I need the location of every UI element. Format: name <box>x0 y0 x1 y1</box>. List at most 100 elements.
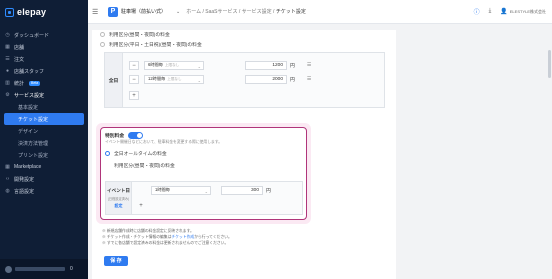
store-icon: ▦ <box>5 43 10 50</box>
drag-handle-icon[interactable]: ☰ <box>307 76 311 82</box>
special-price-section: 特別料金 イベント開催日などにおいて、駐車料金を変更する際に使用します。 全日オ… <box>100 127 307 220</box>
scrollbar[interactable] <box>548 50 551 78</box>
sidebar-section-service-settings[interactable]: ⚙ サービス設定 <box>0 89 88 101</box>
facility-name[interactable]: 駐車場（前払い式） <box>121 8 166 15</box>
chevron-down-icon: ⌄ <box>197 77 201 83</box>
ticket-settings-card: 利用区分(昼間・夜間)の料金 利用区分(平日・土日祝)(昼間・夜間)の料金 全日… <box>92 30 396 279</box>
sidebar-subitem-payment[interactable]: 決済方法管理 <box>0 137 88 149</box>
sidebar: elepay ◷ ダッシュボード ▦ 店舗 ☰ 注文 ● 店舗スタッフ ▥ 統計… <box>0 0 88 279</box>
sidebar-item-orders[interactable]: ☰ 注文 <box>0 53 88 65</box>
drag-handle-icon[interactable]: ☰ <box>307 62 311 68</box>
breadcrumb-home[interactable]: ホーム <box>186 9 201 15</box>
user-name: ELESTYLE株式会社 <box>509 8 546 14</box>
sidebar-item-label: Marketplace <box>14 164 42 170</box>
unit-label: 円 <box>290 63 295 69</box>
remove-row-button[interactable]: − <box>129 60 139 70</box>
header-actions: ⓘ ⤓ 👤 ELESTYLE株式会社 <box>474 7 546 16</box>
special-price-toggle[interactable] <box>128 132 144 139</box>
sidebar-item-label: 店舗スタッフ <box>14 68 45 75</box>
all-day-price-table: 全日 − 6時間毎 上限なし ⌄ 1200 円 ☰ − 12時間毎 上限なし ⌄ <box>104 52 385 108</box>
user-menu[interactable]: 👤 ELESTYLE株式会社 <box>500 8 546 16</box>
add-row-button[interactable]: + <box>136 202 146 211</box>
event-day-sublabel: (日程設定済み) <box>107 196 130 201</box>
chevron-down-icon[interactable]: ⌄ <box>176 9 180 15</box>
sidebar-subitem-label: 決済方法管理 <box>18 140 49 147</box>
account-count: 0 <box>70 266 73 272</box>
special-price-header: 特別料金 <box>105 132 144 139</box>
breadcrumb-saas[interactable]: SaaSサービス <box>205 9 237 15</box>
event-day-label: イベント日 (日程設定済み) 設定 <box>106 182 132 214</box>
sidebar-footer[interactable]: 0 <box>0 259 88 279</box>
save-button[interactable]: 保 存 <box>104 256 128 266</box>
ticket-create-link[interactable]: チケット作成 <box>171 235 194 239</box>
notes: ※ 新規店舗作成時に店舗の料金設定に反映されます。 ※ チケット作成・チケット情… <box>102 228 232 246</box>
option-day-night[interactable]: 利用区分(昼間・夜間)の料金 <box>100 31 170 38</box>
sidebar-item-stores[interactable]: ▦ 店舗 <box>0 41 88 53</box>
sidebar-item-marketplace[interactable]: ▦ Marketplace <box>0 161 88 173</box>
select-hint: 上限なし <box>167 76 182 81</box>
clock-icon: ◷ <box>5 31 10 38</box>
select-value: 6時間毎 <box>148 62 163 67</box>
sidebar-item-label: 店舗 <box>14 44 25 51</box>
duration-select[interactable]: 12時間毎 上限なし ⌄ <box>144 74 204 84</box>
help-icon[interactable]: ⓘ <box>474 7 480 16</box>
sidebar-subitem-print[interactable]: プリント設定 <box>0 149 88 161</box>
option-all-time[interactable]: 全日オールタイムの料金 <box>105 150 167 157</box>
radio-button[interactable] <box>100 32 105 37</box>
event-day-settings-link[interactable]: 設定 <box>115 203 123 209</box>
elepay-logo-icon <box>5 7 14 17</box>
logo[interactable]: elepay <box>0 0 88 24</box>
option-label: 利用区分(昼間・夜間)の料金 <box>109 33 170 38</box>
radio-button[interactable] <box>105 163 110 168</box>
sidebar-subitem-design[interactable]: デザイン <box>0 125 88 137</box>
avatar <box>5 265 12 273</box>
select-hint: 上限なし <box>164 62 180 67</box>
top-header: ☰ P 駐車場（前払い式） ⌄ ホーム / SaaSサービス / サービス設定 … <box>88 0 552 24</box>
add-row-button[interactable]: + <box>129 91 139 100</box>
price-input[interactable]: 2000 <box>245 74 287 84</box>
breadcrumb: ホーム / SaaSサービス / サービス設定 / チケット設定 <box>186 9 306 15</box>
download-icon[interactable]: ⤓ <box>489 8 492 15</box>
breadcrumb-service[interactable]: サービス設定 <box>242 9 272 15</box>
chevron-down-icon: ⌄ <box>204 188 208 194</box>
sidebar-item-stats[interactable]: ▥ 統計 Beta <box>0 77 88 89</box>
sidebar-subitem-ticket[interactable]: チケット設定 <box>4 113 84 125</box>
sidebar-item-label: ダッシュボード <box>14 32 50 39</box>
globe-icon: ◍ <box>5 187 10 194</box>
person-icon: ● <box>5 67 10 74</box>
sidebar-item-label: 統計 <box>14 80 25 87</box>
chevron-down-icon: ⌄ <box>197 63 201 69</box>
sidebar-item-label: 注文 <box>14 56 25 63</box>
price-input[interactable]: 300 <box>221 185 263 195</box>
price-input[interactable]: 1200 <box>245 60 287 70</box>
select-value: 12時間毎 <box>148 76 166 81</box>
sidebar-nav: ◷ ダッシュボード ▦ 店舗 ☰ 注文 ● 店舗スタッフ ▥ 統計 Beta ⚙… <box>0 29 88 197</box>
sidebar-item-dev[interactable]: ‹› 開発設定 <box>0 173 88 185</box>
price-row: − 6時間毎 上限なし ⌄ 1200 円 ☰ <box>129 60 311 70</box>
option-day-night-special[interactable]: 利用区分(昼間・夜間)の料金 <box>105 162 175 169</box>
option-label: 利用区分(昼間・夜間)の料金 <box>114 164 175 169</box>
sidebar-item-language[interactable]: ◍ 言語設定 <box>0 185 88 197</box>
price-row: − 12時間毎 上限なし ⌄ 2000 円 ☰ <box>129 74 311 84</box>
option-label: 利用区分(平日・土日祝)(昼間・夜間)の料金 <box>109 43 202 48</box>
option-weekday[interactable]: 利用区分(平日・土日祝)(昼間・夜間)の料金 <box>100 41 202 48</box>
duration-select[interactable]: 6時間毎 上限なし ⌄ <box>144 60 204 70</box>
remove-row-button[interactable]: − <box>129 74 139 84</box>
radio-button-selected[interactable] <box>105 151 110 156</box>
menu-icon[interactable]: ☰ <box>92 8 100 16</box>
sidebar-subitem-label: プリント設定 <box>18 152 49 159</box>
event-day-price-table: イベント日 (日程設定済み) 設定 1時間毎 ⌄ 300 円 + <box>105 181 303 215</box>
chart-icon: ▥ <box>5 79 10 86</box>
remove-row-button[interactable] <box>136 185 146 195</box>
option-label: 全日オールタイムの料金 <box>114 152 167 157</box>
event-day-title: イベント日 <box>107 187 130 193</box>
duration-select[interactable]: 1時間毎 ⌄ <box>151 185 211 195</box>
code-icon: ‹› <box>5 175 10 182</box>
special-price-title: 特別料金 <box>105 134 125 139</box>
sidebar-subitem-label: デザイン <box>18 128 39 135</box>
radio-button[interactable] <box>100 42 105 47</box>
sidebar-item-staff[interactable]: ● 店舗スタッフ <box>0 65 88 77</box>
sidebar-subitem-basic[interactable]: 基本設定 <box>0 101 88 113</box>
sidebar-item-dashboard[interactable]: ◷ ダッシュボード <box>0 29 88 41</box>
note-text: ※ チケット作成・チケット情報の編集は <box>102 235 172 239</box>
